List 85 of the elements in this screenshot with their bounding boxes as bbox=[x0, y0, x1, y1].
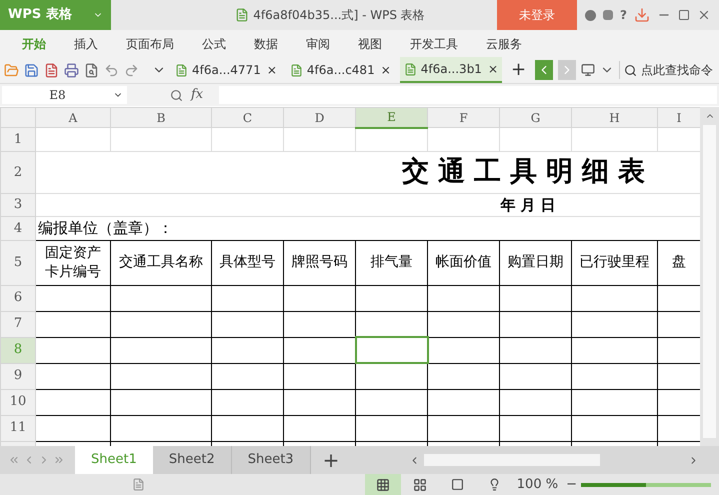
column-header[interactable]: D bbox=[284, 108, 356, 128]
help-button[interactable]: ? bbox=[620, 6, 627, 24]
open-folder-icon bbox=[4, 62, 19, 78]
active-cell[interactable] bbox=[356, 337, 428, 363]
table-header-cell: 交通工具名称 bbox=[119, 253, 203, 272]
add-sheet-button[interactable]: + bbox=[310, 450, 352, 470]
row-number[interactable]: 7 bbox=[0, 311, 36, 337]
maximize-icon bbox=[678, 9, 690, 21]
date-line: 年 月 日 bbox=[500, 196, 556, 214]
page-break-view-icon bbox=[412, 478, 427, 492]
ribbon-tab[interactable]: 视图 bbox=[344, 34, 396, 52]
sheet-title: 交通工具明细表 bbox=[402, 156, 654, 187]
column-header[interactable]: A bbox=[36, 108, 110, 128]
close-tab-button[interactable]: × bbox=[266, 61, 277, 79]
row-number[interactable]: 5 bbox=[0, 240, 36, 285]
grid-icon bbox=[376, 478, 390, 492]
ribbon-tab[interactable]: 公式 bbox=[188, 34, 240, 52]
function-button[interactable]: fx bbox=[191, 85, 204, 105]
layout-icon bbox=[450, 478, 464, 491]
sheet-tab[interactable]: Sheet2 bbox=[152, 446, 232, 474]
table-header-cell: 具体型号 bbox=[220, 253, 276, 272]
document-icon bbox=[290, 64, 303, 76]
table-header-cell: 盘 bbox=[672, 253, 686, 272]
ribbon-tab[interactable]: 插入 bbox=[60, 34, 112, 52]
undo-icon bbox=[104, 62, 119, 78]
ribbon-tab[interactable]: 数据 bbox=[240, 34, 292, 52]
zoom-out-button[interactable]: − bbox=[562, 474, 581, 494]
name-box[interactable]: E8 bbox=[2, 86, 127, 104]
document-icon bbox=[175, 64, 188, 76]
zoom-slider-fill[interactable] bbox=[581, 482, 646, 486]
last-sheet-icon bbox=[53, 454, 65, 466]
document-tab[interactable]: 4f6a...3b1 × bbox=[400, 57, 502, 83]
print-icon bbox=[64, 62, 79, 78]
ribbon-tab[interactable]: 审阅 bbox=[292, 34, 344, 52]
sheet-icon bbox=[132, 478, 145, 491]
ribbon-tab[interactable]: 云服务 bbox=[472, 34, 536, 52]
table-header-cell: 帐面价值 bbox=[436, 253, 492, 272]
row-number[interactable]: 2 bbox=[0, 152, 36, 193]
table-header-cell: 牌照号码 bbox=[292, 253, 348, 272]
zoom-level: 100 % bbox=[516, 476, 558, 494]
document-tab[interactable]: 4f6a...c481 × bbox=[286, 57, 395, 83]
ribbon-tab[interactable]: 开发工具 bbox=[396, 34, 472, 52]
column-header[interactable]: G bbox=[500, 108, 572, 128]
redo-icon bbox=[124, 62, 139, 78]
row-number[interactable]: 11 bbox=[0, 415, 36, 441]
table-header-cell: 购置日期 bbox=[508, 253, 564, 272]
search-icon bbox=[624, 64, 638, 76]
row-number[interactable]: 9 bbox=[0, 363, 36, 389]
export-icon bbox=[44, 62, 59, 78]
unit-label: 编报单位（盖章）： bbox=[37, 219, 173, 237]
column-header[interactable]: F bbox=[428, 108, 500, 128]
command-search-button[interactable]: 点此查找命令 bbox=[619, 61, 714, 79]
column-header[interactable]: E bbox=[356, 108, 428, 128]
column-header[interactable]: H bbox=[572, 108, 658, 128]
close-tab-button[interactable]: × bbox=[488, 60, 498, 78]
row-number[interactable]: 6 bbox=[0, 285, 36, 311]
first-sheet-icon bbox=[8, 454, 20, 466]
row-number[interactable]: 10 bbox=[0, 389, 36, 415]
table-header-cell: 排气量 bbox=[370, 253, 412, 272]
document-icon bbox=[404, 62, 417, 76]
close-tab-button[interactable]: × bbox=[380, 61, 391, 79]
table-header-cell-text: 固定资产卡片编号 bbox=[44, 244, 102, 282]
lightbulb-icon bbox=[488, 478, 501, 491]
normal-view-button[interactable] bbox=[364, 474, 401, 495]
window-title: 4f6a8f04b35...式] - WPS 表格 bbox=[253, 7, 425, 24]
ribbon-tab[interactable]: 页面布局 bbox=[112, 34, 188, 52]
save-icon bbox=[24, 62, 39, 78]
new-tab-button[interactable]: + bbox=[507, 61, 530, 79]
sheet-tab[interactable]: Sheet3 bbox=[232, 446, 311, 474]
print-preview-icon bbox=[84, 62, 99, 78]
row-number[interactable]: 4 bbox=[0, 216, 36, 240]
close-icon bbox=[697, 8, 711, 22]
download-icon bbox=[634, 7, 650, 23]
document-tab[interactable]: 4f6a...4771 × bbox=[171, 57, 281, 83]
row-number[interactable]: 3 bbox=[0, 193, 36, 216]
sheet-tab[interactable]: Sheet1 bbox=[75, 446, 153, 474]
column-header[interactable]: B bbox=[110, 108, 212, 128]
monitor-icon bbox=[581, 63, 596, 77]
row-number[interactable]: 1 bbox=[0, 128, 36, 152]
document-icon bbox=[235, 8, 250, 22]
table-header-cell: 已行驶里程 bbox=[580, 253, 650, 272]
vertical-scrollbar[interactable] bbox=[700, 107, 719, 446]
zoom-formula-icon bbox=[170, 88, 183, 102]
previous-button[interactable] bbox=[535, 60, 554, 80]
column-header[interactable]: C bbox=[212, 108, 284, 128]
